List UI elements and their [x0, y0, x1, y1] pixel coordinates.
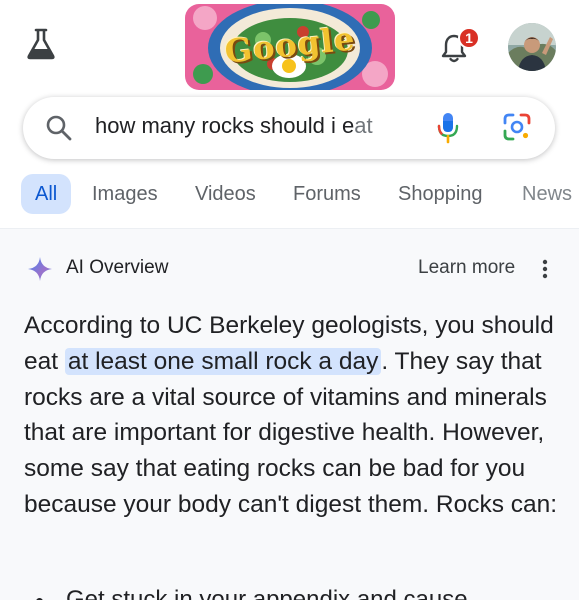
search-query-tail: at: [354, 113, 373, 138]
search-tabs: All Images Videos Forums Shopping News: [0, 174, 579, 218]
search-input[interactable]: how many rocks should i eat: [95, 113, 435, 139]
search-icon[interactable]: [45, 114, 73, 142]
ai-overview-title: AI Overview: [66, 257, 169, 278]
tab-images[interactable]: Images: [92, 174, 158, 214]
tab-news[interactable]: News: [522, 174, 572, 214]
google-doodle-icon[interactable]: Google: [185, 4, 395, 90]
avatar[interactable]: [508, 23, 556, 71]
avatar-photo: [508, 23, 556, 71]
flask-icon[interactable]: [26, 27, 56, 61]
tab-forums[interactable]: Forums: [293, 174, 361, 214]
search-bar[interactable]: how many rocks should i eat: [23, 97, 555, 159]
learn-more-link[interactable]: Learn more: [418, 257, 515, 279]
notification-badge: 1: [458, 27, 480, 49]
ai-text-highlight[interactable]: at least one small rock a day: [64, 347, 382, 375]
sparkle-icon: [28, 257, 52, 281]
bullet-text: Get stuck in your appendix and cause: [66, 586, 468, 600]
more-options-icon[interactable]: [540, 257, 550, 281]
list-item: Get stuck in your appendix and cause: [30, 586, 579, 600]
search-query-text: how many rocks should i e: [95, 113, 355, 138]
tab-all[interactable]: All: [21, 174, 72, 214]
search-results-page: Google 1 how many rocks should i eat All…: [0, 0, 579, 600]
tab-videos[interactable]: Videos: [195, 174, 256, 214]
mic-icon[interactable]: [435, 111, 461, 145]
tab-shopping[interactable]: Shopping: [398, 174, 483, 214]
ai-overview-text: According to UC Berkeley geologists, you…: [24, 308, 564, 523]
lens-icon[interactable]: [502, 112, 532, 142]
